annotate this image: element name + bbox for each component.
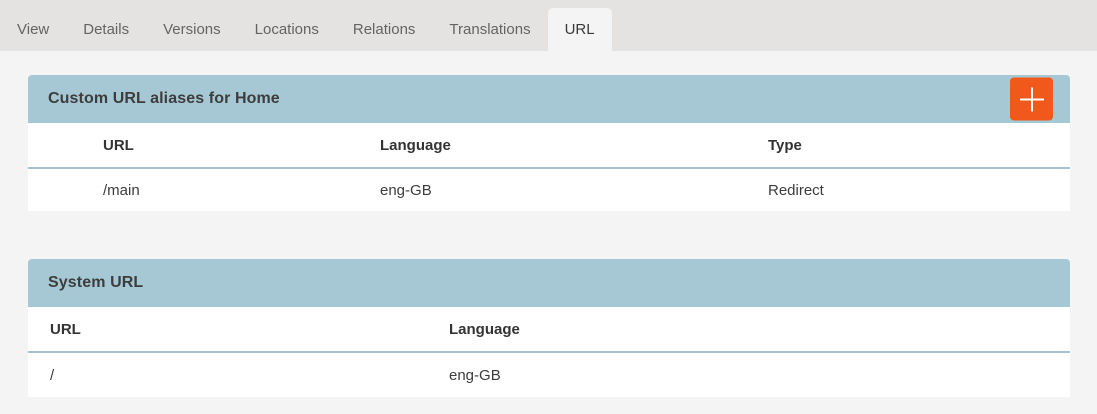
aliases-language-column-header: Language bbox=[380, 123, 768, 168]
alias-type-cell: Redirect bbox=[768, 168, 1070, 211]
tab-url[interactable]: URL bbox=[548, 8, 612, 51]
tab-details[interactable]: Details bbox=[66, 8, 146, 51]
tab-view[interactable]: View bbox=[0, 8, 66, 51]
system-url-header: System URL bbox=[28, 259, 1070, 307]
tab-relations[interactable]: Relations bbox=[336, 8, 433, 51]
system-url-cell: / bbox=[28, 352, 449, 397]
system-url-panel: System URL URL Language / eng-GB bbox=[28, 259, 1070, 397]
custom-url-aliases-header: Custom URL aliases for Home bbox=[28, 75, 1070, 123]
system-language-cell: eng-GB bbox=[449, 352, 1070, 397]
system-url-table: URL Language / eng-GB bbox=[28, 307, 1070, 397]
system-table-row: / eng-GB bbox=[28, 352, 1070, 397]
add-url-alias-button[interactable] bbox=[1010, 78, 1053, 121]
url-tab-content: Custom URL aliases for Home URL Language… bbox=[0, 51, 1097, 397]
custom-url-aliases-table: URL Language Type /main eng-GB Redirect bbox=[28, 123, 1070, 211]
system-language-column-header: Language bbox=[449, 307, 1070, 352]
aliases-type-column-header: Type bbox=[768, 123, 1070, 168]
tab-locations[interactable]: Locations bbox=[238, 8, 336, 51]
system-url-title: System URL bbox=[48, 274, 143, 292]
alias-language-cell: eng-GB bbox=[380, 168, 768, 211]
custom-url-aliases-panel: Custom URL aliases for Home URL Language… bbox=[28, 75, 1070, 211]
alias-table-row: /main eng-GB Redirect bbox=[28, 168, 1070, 211]
aliases-checkbox-column-header bbox=[28, 123, 103, 168]
alias-url-cell: /main bbox=[103, 168, 380, 211]
system-table-header-row: URL Language bbox=[28, 307, 1070, 352]
system-url-column-header: URL bbox=[28, 307, 449, 352]
aliases-url-column-header: URL bbox=[103, 123, 380, 168]
plus-icon bbox=[1019, 86, 1045, 112]
custom-url-aliases-title: Custom URL aliases for Home bbox=[48, 90, 280, 108]
tab-bar: View Details Versions Locations Relation… bbox=[0, 0, 1097, 51]
tab-translations[interactable]: Translations bbox=[432, 8, 547, 51]
aliases-table-header-row: URL Language Type bbox=[28, 123, 1070, 168]
tab-versions[interactable]: Versions bbox=[146, 8, 238, 51]
alias-row-spacer-cell bbox=[28, 168, 103, 211]
